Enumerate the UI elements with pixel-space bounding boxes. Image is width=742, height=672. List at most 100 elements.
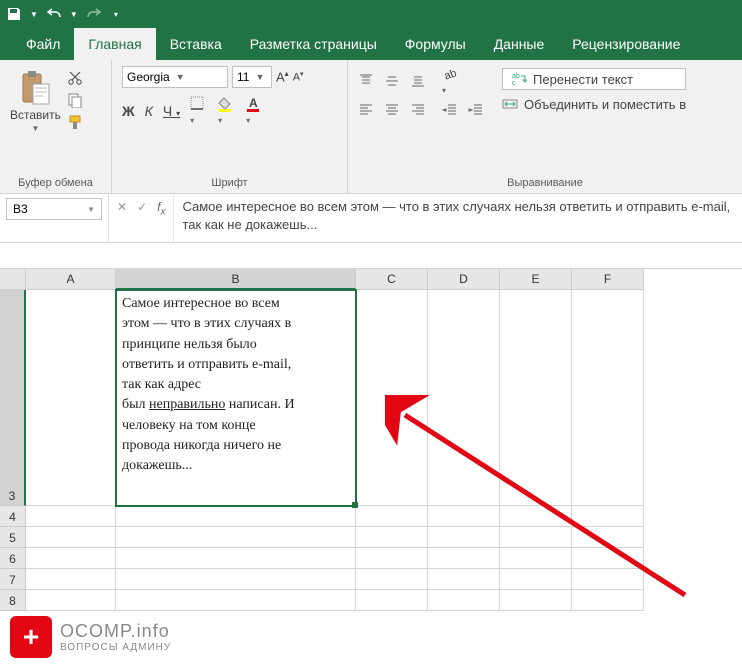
cell-d8[interactable] (428, 590, 500, 611)
row-header-5[interactable]: 5 (0, 527, 26, 548)
fill-color-icon[interactable]: ▾ (218, 96, 236, 126)
cell-c8[interactable] (356, 590, 428, 611)
orientation-icon[interactable]: ab▾ (442, 66, 458, 96)
cell-e4[interactable] (500, 506, 572, 527)
formula-bar-content[interactable]: Самое интересное во всем этом — что в эт… (173, 194, 742, 242)
cell-e8[interactable] (500, 590, 572, 611)
cell-d6[interactable] (428, 548, 500, 569)
align-middle-icon[interactable] (384, 73, 400, 89)
font-name-combo[interactable]: Georgia▼ (122, 66, 228, 88)
fill-handle[interactable] (352, 502, 358, 508)
tab-page-layout[interactable]: Разметка страницы (236, 28, 391, 60)
font-group-label: Шрифт (122, 175, 337, 191)
decrease-indent-icon[interactable] (442, 102, 458, 118)
cell-a7[interactable] (26, 569, 116, 590)
redo-icon[interactable] (86, 6, 102, 22)
cell-f3[interactable] (572, 290, 644, 506)
tab-data[interactable]: Данные (480, 28, 559, 60)
cell-e7[interactable] (500, 569, 572, 590)
tab-home[interactable]: Главная (74, 28, 155, 60)
enter-icon[interactable]: ✓ (137, 200, 147, 214)
tab-formulas[interactable]: Формулы (391, 28, 480, 60)
borders-icon[interactable]: ▾ (190, 96, 208, 126)
cell-c6[interactable] (356, 548, 428, 569)
tab-review[interactable]: Рецензирование (558, 28, 694, 60)
tab-insert[interactable]: Вставка (156, 28, 236, 60)
cell-b4[interactable] (116, 506, 356, 527)
paste-label: Вставить (10, 108, 61, 122)
undo-dropdown-icon[interactable]: ▼ (70, 10, 78, 19)
cell-d5[interactable] (428, 527, 500, 548)
cell-f6[interactable] (572, 548, 644, 569)
save-icon[interactable] (6, 6, 22, 22)
column-header-d[interactable]: D (428, 269, 500, 290)
format-painter-icon[interactable] (67, 114, 83, 130)
cut-icon[interactable] (67, 70, 83, 86)
cell-a3[interactable] (26, 290, 116, 506)
cell-e5[interactable] (500, 527, 572, 548)
increase-font-icon[interactable]: A▴ (276, 69, 289, 84)
align-top-icon[interactable] (358, 73, 374, 89)
cell-c7[interactable] (356, 569, 428, 590)
cell-b6[interactable] (116, 548, 356, 569)
underline-button[interactable]: Ч ▾ (163, 103, 180, 119)
column-header-a[interactable]: A (26, 269, 116, 290)
align-center-icon[interactable] (384, 102, 400, 118)
row-header-8[interactable]: 8 (0, 590, 26, 611)
cell-f4[interactable] (572, 506, 644, 527)
increase-indent-icon[interactable] (468, 102, 484, 118)
row-header-3[interactable]: 3 (0, 290, 26, 506)
qat-dropdown-icon[interactable]: ▼ (30, 10, 38, 19)
cell-e3[interactable] (500, 290, 572, 506)
cell-f5[interactable] (572, 527, 644, 548)
column-header-b[interactable]: B (116, 269, 356, 290)
paste-button[interactable]: Вставить ▼ (10, 66, 61, 133)
cell-f7[interactable] (572, 569, 644, 590)
qat-customize-icon[interactable]: ▾ (114, 10, 118, 19)
cell-b7[interactable] (116, 569, 356, 590)
wrap-text-button[interactable]: abc Перенести текст (502, 68, 686, 90)
merge-icon (502, 96, 518, 112)
cell-b5[interactable] (116, 527, 356, 548)
select-all-corner[interactable] (0, 269, 26, 290)
bold-button[interactable]: Ж (122, 103, 135, 119)
font-color-icon[interactable]: A▾ (246, 96, 264, 126)
quick-access-toolbar: ▼ ▼ ▾ (6, 6, 118, 22)
merge-center-button[interactable]: Объединить и поместить в (502, 96, 686, 112)
cell-d3[interactable] (428, 290, 500, 506)
cell-c4[interactable] (356, 506, 428, 527)
cell-b3[interactable]: Самое интересное во всем этом — что в эт… (116, 290, 356, 506)
cancel-icon[interactable]: ✕ (117, 200, 127, 214)
row-header-4[interactable]: 4 (0, 506, 26, 527)
column-header-e[interactable]: E (500, 269, 572, 290)
column-header-c[interactable]: C (356, 269, 428, 290)
align-bottom-icon[interactable] (410, 73, 426, 89)
align-left-icon[interactable] (358, 102, 374, 118)
cell-content: Самое интересное во всем этом — что в эт… (116, 290, 355, 481)
cell-c5[interactable] (356, 527, 428, 548)
decrease-font-icon[interactable]: A▾ (293, 70, 304, 84)
cell-b8[interactable] (116, 590, 356, 611)
watermark-badge: + (10, 616, 52, 658)
tab-file[interactable]: Файл (12, 28, 74, 60)
cell-a5[interactable] (26, 527, 116, 548)
copy-icon[interactable] (67, 92, 83, 108)
cell-c3[interactable] (356, 290, 428, 506)
cell-e6[interactable] (500, 548, 572, 569)
italic-button[interactable]: К (145, 103, 153, 119)
row-header-6[interactable]: 6 (0, 548, 26, 569)
ribbon: Вставить ▼ Буфер обмена Georgia▼ 11▼ A▴ … (0, 60, 742, 194)
font-size-combo[interactable]: 11▼ (232, 66, 272, 88)
align-right-icon[interactable] (410, 102, 426, 118)
column-header-f[interactable]: F (572, 269, 644, 290)
cell-d4[interactable] (428, 506, 500, 527)
row-header-7[interactable]: 7 (0, 569, 26, 590)
cell-a8[interactable] (26, 590, 116, 611)
cell-f8[interactable] (572, 590, 644, 611)
name-box[interactable]: B3 ▼ (6, 198, 102, 220)
cell-a6[interactable] (26, 548, 116, 569)
fx-icon[interactable]: fx (157, 200, 165, 217)
cell-a4[interactable] (26, 506, 116, 527)
cell-d7[interactable] (428, 569, 500, 590)
undo-icon[interactable] (46, 6, 62, 22)
